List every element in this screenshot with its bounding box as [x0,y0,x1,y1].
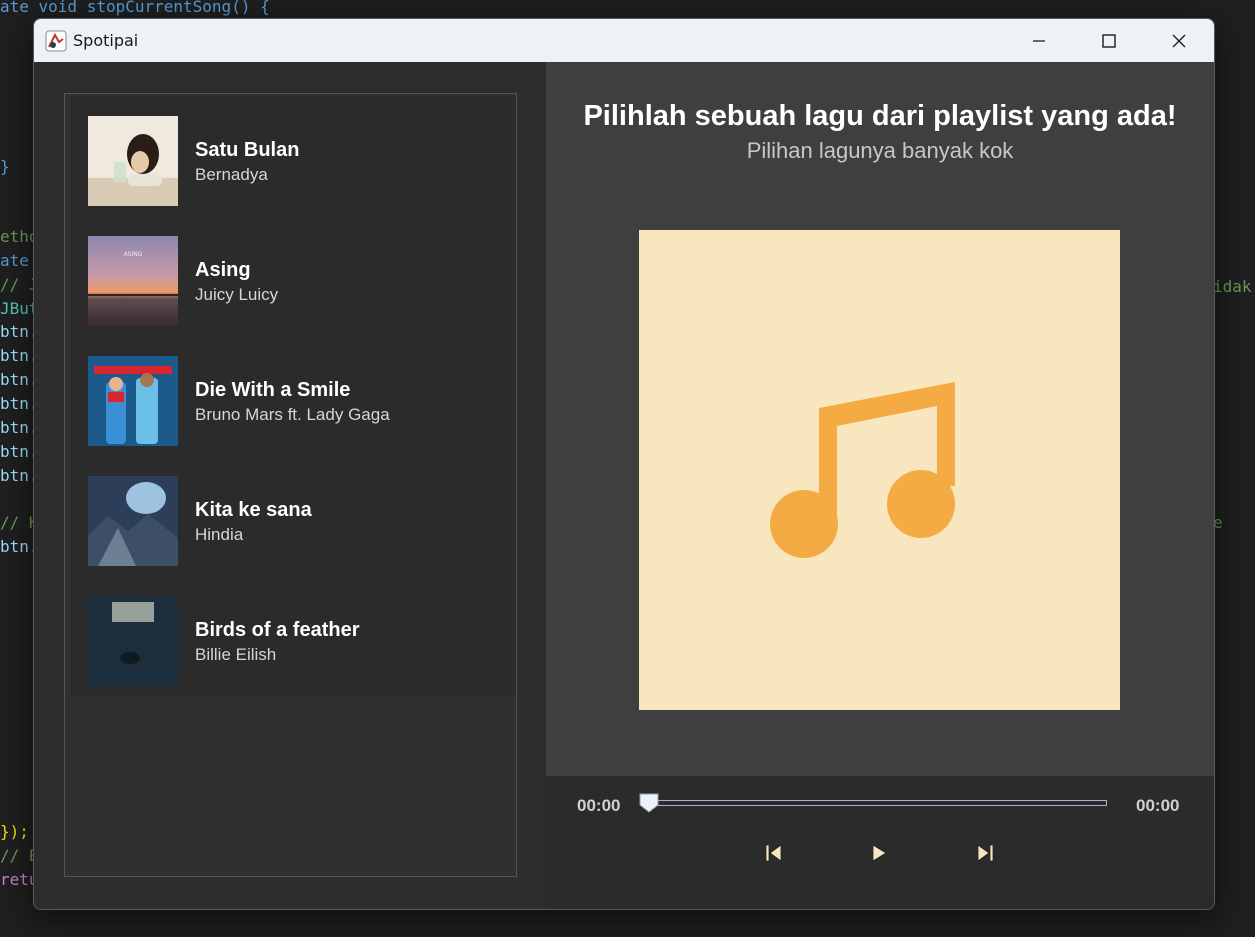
album-cover-die-with-a-smile [88,356,178,446]
song-item-asing[interactable]: ASING Asing Juicy Luicy [70,216,516,336]
play-icon [872,844,887,862]
svg-text:ASING: ASING [124,251,143,258]
app-window: Spotipai Satu Bulan Bernadya ASING Asing… [33,18,1215,910]
album-art-placeholder [639,230,1120,710]
song-artist: Bruno Mars ft. Lady Gaga [195,405,390,424]
song-item-birds-of-a-feather[interactable]: Birds of a feather Billie Eilish [70,576,516,696]
album-cover-kita-ke-sana [88,476,178,566]
player-controls: 00:00 00:00 [546,776,1214,909]
song-artist: Billie Eilish [195,645,277,664]
skip-previous-icon [765,844,782,862]
maximize-icon [1102,33,1116,48]
progress-slider[interactable] [643,800,1107,806]
song-item-satu-bulan[interactable]: Satu Bulan Bernadya [70,96,516,216]
skip-next-icon [977,844,994,862]
album-cover-birds-of-a-feather [88,596,178,686]
song-title: Asing [195,259,251,281]
total-time: 00:00 [1136,796,1180,815]
song-title: Birds of a feather [195,619,360,641]
song-title: Die With a Smile [195,379,351,401]
close-button[interactable] [1144,19,1214,62]
window-controls [1004,19,1214,62]
album-cover-asing: ASING [88,236,178,326]
slider-thumb[interactable] [639,793,659,813]
song-item-die-with-a-smile[interactable]: Die With a Smile Bruno Mars ft. Lady Gag… [70,336,516,456]
window-title: Spotipai [73,31,139,50]
code-line: ate [0,251,29,270]
sidebar: Satu Bulan Bernadya ASING Asing Juicy Lu… [34,62,546,909]
close-icon [1172,34,1186,47]
song-artist: Juicy Luicy [195,285,279,304]
maximize-button[interactable] [1074,19,1144,62]
minimize-button[interactable] [1004,19,1074,62]
play-button[interactable] [864,840,894,866]
java-app-icon [45,30,67,51]
current-time: 00:00 [577,796,621,815]
song-list: Satu Bulan Bernadya ASING Asing Juicy Lu… [70,96,516,696]
code-line: idak [1213,277,1252,296]
code-line: ate void stopCurrentSong() { [0,0,270,16]
code-line: }); [0,822,29,841]
song-artist: Bernadya [195,165,268,184]
window-content: Satu Bulan Bernadya ASING Asing Juicy Lu… [34,62,1214,909]
minimize-icon [1033,39,1045,42]
code-line: } [0,157,10,176]
next-button[interactable] [970,840,1000,866]
headline: Pilihlah sebuah lagu dari playlist yang … [583,100,1177,132]
song-title: Kita ke sana [195,499,312,521]
now-playing-panel: Pilihlah sebuah lagu dari playlist yang … [546,62,1214,776]
song-title: Satu Bulan [195,139,300,161]
playlist-panel: Satu Bulan Bernadya ASING Asing Juicy Lu… [64,93,517,877]
title-bar[interactable]: Spotipai [34,19,1214,62]
song-artist: Hindia [195,525,244,544]
album-cover-satu-bulan [88,116,178,206]
previous-button[interactable] [759,840,789,866]
song-item-kita-ke-sana[interactable]: Kita ke sana Hindia [70,456,516,576]
music-note-icon [770,382,955,558]
subheadline: Pilihan lagunya banyak kok [746,138,1014,163]
